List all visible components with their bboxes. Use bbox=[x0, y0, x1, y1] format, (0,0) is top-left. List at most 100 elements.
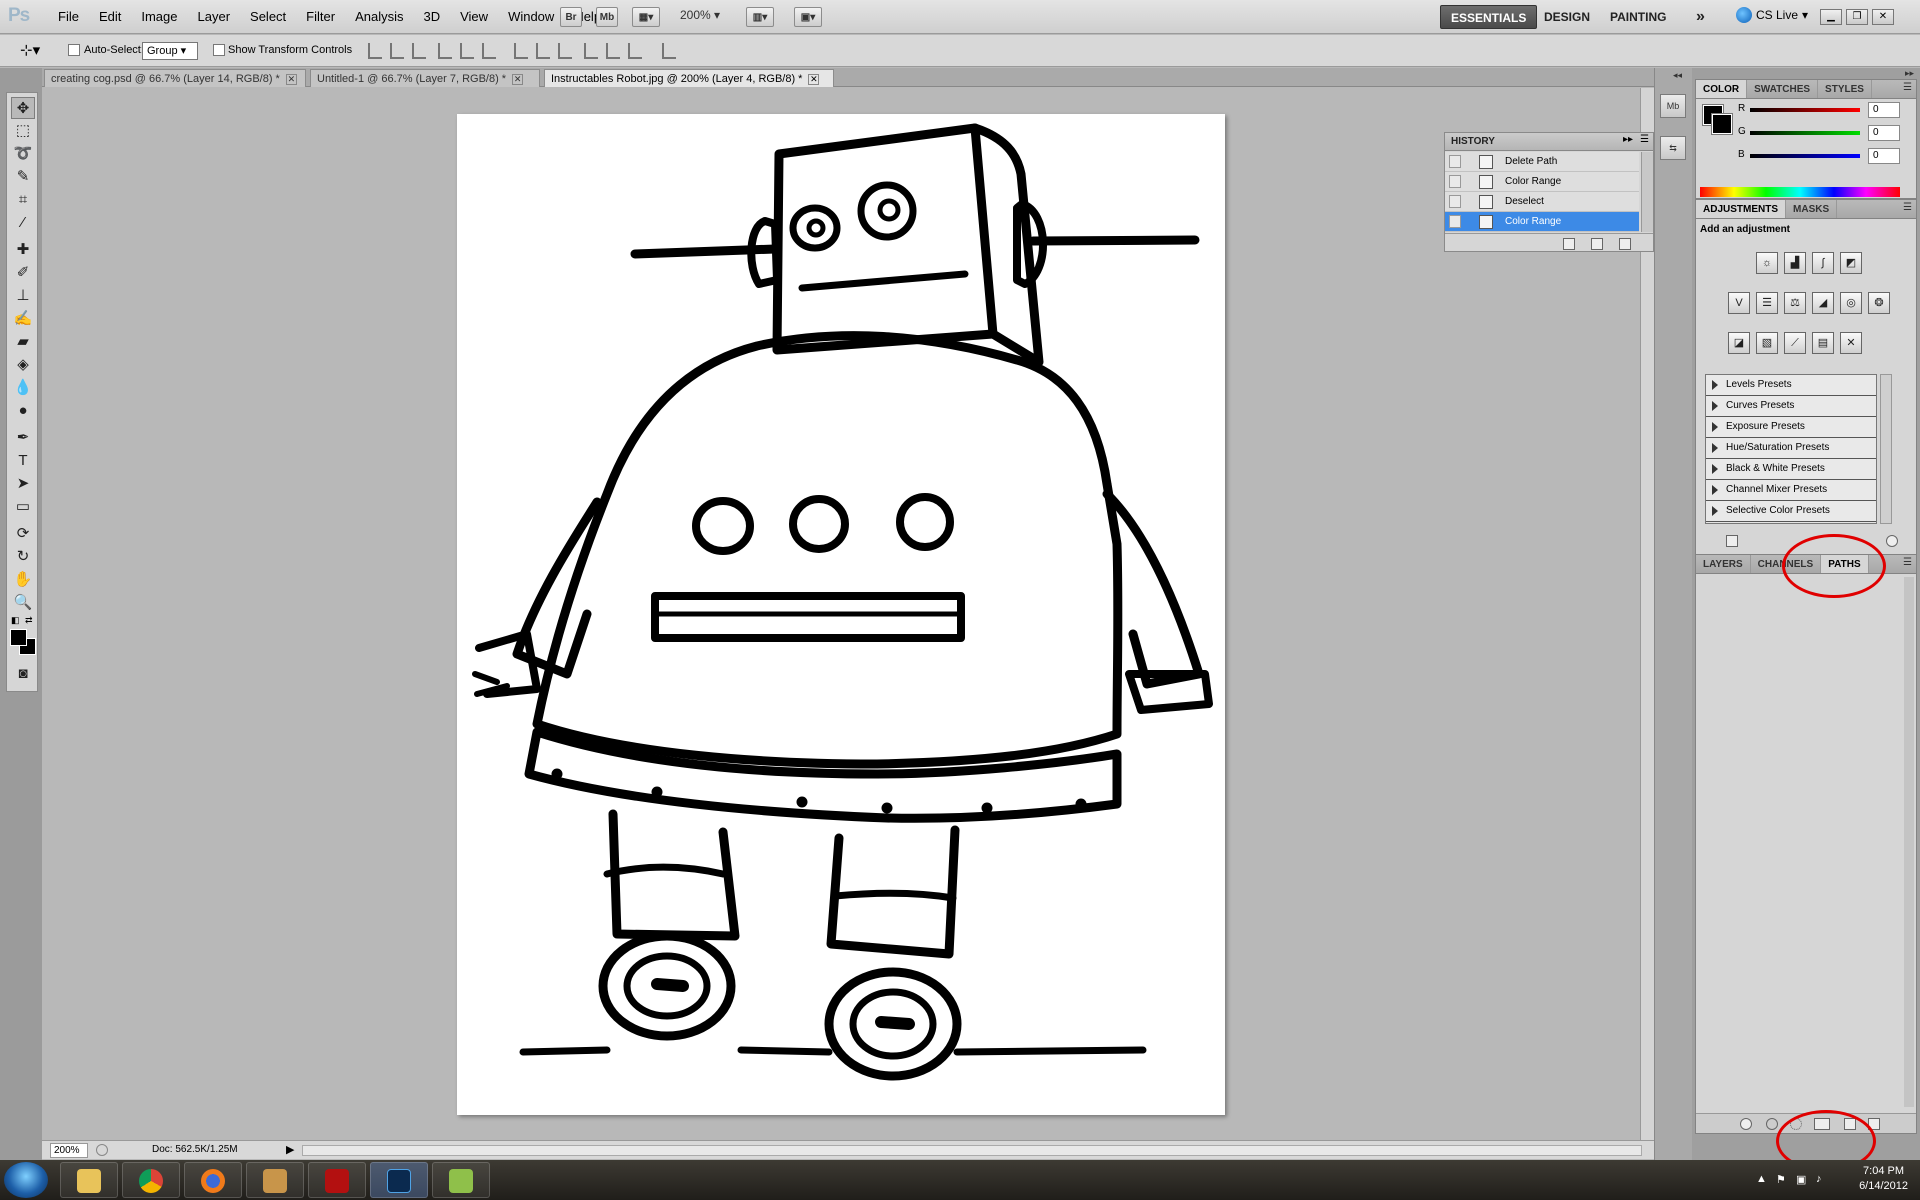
history-brush-tool-icon[interactable]: ✍ bbox=[11, 308, 35, 330]
minimize-button[interactable]: ▁ bbox=[1820, 9, 1842, 25]
history-item[interactable]: Delete Path bbox=[1445, 152, 1639, 172]
fill-path-icon[interactable] bbox=[1740, 1118, 1752, 1130]
distribute-left-icon[interactable] bbox=[584, 43, 598, 59]
history-item[interactable]: Deselect bbox=[1445, 192, 1639, 212]
green-value-field[interactable]: 0 bbox=[1868, 125, 1900, 141]
document-tab[interactable]: Untitled-1 @ 66.7% (Layer 7, RGB/8) * ✕ bbox=[310, 69, 540, 87]
menu-filter[interactable]: Filter bbox=[296, 0, 345, 34]
levels-icon[interactable]: ▟ bbox=[1784, 252, 1806, 274]
type-tool-icon[interactable]: T bbox=[11, 450, 35, 472]
menu-view[interactable]: View bbox=[450, 0, 498, 34]
stroke-path-icon[interactable] bbox=[1766, 1118, 1778, 1130]
color-spectrum-ramp[interactable] bbox=[1700, 187, 1900, 197]
distribute-right-icon[interactable] bbox=[628, 43, 642, 59]
brightness-contrast-icon[interactable]: ☼ bbox=[1756, 252, 1778, 274]
tab-swatches[interactable]: SWATCHES bbox=[1747, 80, 1819, 98]
menu-image[interactable]: Image bbox=[131, 0, 187, 34]
close-tab-icon[interactable]: ✕ bbox=[808, 73, 820, 85]
align-bottom-icon[interactable] bbox=[412, 43, 426, 59]
color-background-swatch[interactable] bbox=[1711, 113, 1733, 135]
view-extras-button[interactable]: ▦▾ bbox=[632, 7, 660, 27]
close-tab-icon[interactable]: ✕ bbox=[512, 73, 524, 85]
history-panel-icon[interactable]: ⇆ bbox=[1660, 136, 1686, 160]
dodge-tool-icon[interactable]: ● bbox=[11, 400, 35, 422]
vibrance-icon[interactable]: V bbox=[1728, 292, 1750, 314]
arrange-documents-button[interactable]: ▥▾ bbox=[746, 7, 774, 27]
workspace-more-button[interactable]: » bbox=[1686, 5, 1715, 29]
new-document-from-state-icon[interactable] bbox=[1563, 238, 1575, 250]
taskbar-acrobat[interactable] bbox=[308, 1162, 366, 1198]
color-balance-icon[interactable]: ⚖ bbox=[1784, 292, 1806, 314]
menu-file[interactable]: File bbox=[48, 0, 89, 34]
selective-color-icon[interactable]: ✕ bbox=[1840, 332, 1862, 354]
status-menu-arrow-icon[interactable]: ▶ bbox=[286, 1143, 294, 1156]
blue-value-field[interactable]: 0 bbox=[1868, 148, 1900, 164]
panel-menu-icon[interactable]: ☰ bbox=[1903, 202, 1912, 213]
quick-mask-icon[interactable]: ◙ bbox=[11, 663, 35, 685]
expand-dock-icon[interactable]: ◂◂ bbox=[1673, 70, 1682, 81]
align-vcenter-icon[interactable] bbox=[390, 43, 404, 59]
status-zoom-field[interactable]: 200% bbox=[50, 1143, 88, 1158]
tab-styles[interactable]: STYLES bbox=[1818, 80, 1872, 98]
tab-color[interactable]: COLOR bbox=[1696, 80, 1748, 98]
auto-select-dropdown[interactable]: Group ▾ bbox=[142, 42, 198, 60]
3d-rotate-tool-icon[interactable]: ⟳ bbox=[11, 523, 35, 545]
foreground-color-swatch[interactable] bbox=[10, 629, 27, 646]
auto-select-checkbox[interactable] bbox=[68, 44, 80, 56]
preset-item[interactable]: Black & White Presets bbox=[1706, 459, 1876, 480]
align-left-icon[interactable] bbox=[438, 43, 452, 59]
eyedropper-tool-icon[interactable]: ⁄ bbox=[11, 212, 35, 234]
tab-masks[interactable]: MASKS bbox=[1786, 200, 1838, 218]
clone-stamp-tool-icon[interactable]: ⊥ bbox=[11, 285, 35, 307]
clip-to-layer-icon[interactable] bbox=[1726, 535, 1738, 547]
path-selection-tool-icon[interactable]: ➤ bbox=[11, 473, 35, 495]
document-tab-active[interactable]: Instructables Robot.jpg @ 200% (Layer 4,… bbox=[544, 69, 834, 87]
eraser-tool-icon[interactable]: ▰ bbox=[11, 331, 35, 353]
lasso-tool-icon[interactable]: ➰ bbox=[11, 143, 35, 165]
start-button-icon[interactable] bbox=[4, 1162, 48, 1198]
posterize-icon[interactable]: ▧ bbox=[1756, 332, 1778, 354]
taskbar-chrome[interactable] bbox=[122, 1162, 180, 1198]
panel-menu-icon[interactable]: ☰ bbox=[1903, 557, 1912, 568]
preset-item[interactable]: Curves Presets bbox=[1706, 396, 1876, 417]
threshold-icon[interactable]: ⟋ bbox=[1784, 332, 1806, 354]
menu-edit[interactable]: Edit bbox=[89, 0, 131, 34]
blue-slider-track[interactable] bbox=[1750, 154, 1860, 158]
preset-item[interactable]: Levels Presets bbox=[1706, 375, 1876, 396]
history-source-box[interactable] bbox=[1449, 215, 1461, 228]
history-source-box[interactable] bbox=[1449, 175, 1461, 188]
collapse-dock-icon[interactable]: ▸▸ bbox=[1905, 68, 1914, 79]
distribute-hcenter-icon[interactable] bbox=[606, 43, 620, 59]
move-tool-preset-icon[interactable]: ⊹▾ bbox=[20, 41, 40, 59]
show-transform-checkbox[interactable] bbox=[213, 44, 225, 56]
workspace-design[interactable]: DESIGN bbox=[1534, 5, 1600, 29]
blur-tool-icon[interactable]: 💧 bbox=[11, 377, 35, 399]
close-tab-icon[interactable]: ✕ bbox=[285, 73, 297, 85]
collapse-panel-icon[interactable]: ▸▸ bbox=[1623, 134, 1633, 145]
preset-item[interactable]: Channel Mixer Presets bbox=[1706, 480, 1876, 501]
document-canvas[interactable] bbox=[457, 114, 1225, 1115]
history-scrollbar[interactable] bbox=[1641, 152, 1653, 232]
taskbar-explorer[interactable] bbox=[60, 1162, 118, 1198]
tab-layers[interactable]: LAYERS bbox=[1696, 555, 1751, 573]
adjustment-visibility-icon[interactable] bbox=[1886, 535, 1898, 547]
swap-colors-icon[interactable]: ⇄ bbox=[25, 615, 33, 626]
hand-tool-icon[interactable]: ✋ bbox=[11, 569, 35, 591]
green-slider[interactable]: G 0 bbox=[1738, 125, 1914, 143]
taskbar-photoshop[interactable] bbox=[370, 1162, 428, 1198]
clock[interactable]: 7:04 PM 6/14/2012 bbox=[1859, 1164, 1908, 1194]
quick-selection-tool-icon[interactable]: ✎ bbox=[11, 166, 35, 188]
move-tool-icon[interactable]: ✥ bbox=[11, 97, 35, 119]
default-colors-icon[interactable]: ◧ bbox=[11, 615, 20, 626]
crop-tool-icon[interactable]: ⌗ bbox=[11, 189, 35, 211]
red-slider-track[interactable] bbox=[1750, 108, 1860, 112]
channel-mixer-icon[interactable]: ❂ bbox=[1868, 292, 1890, 314]
black-white-icon[interactable]: ◢ bbox=[1812, 292, 1834, 314]
paths-scrollbar[interactable] bbox=[1904, 577, 1914, 1107]
blue-slider[interactable]: B 0 bbox=[1738, 148, 1914, 166]
align-right-icon[interactable] bbox=[482, 43, 496, 59]
gradient-map-icon[interactable]: ▤ bbox=[1812, 332, 1834, 354]
invert-icon[interactable]: ◪ bbox=[1728, 332, 1750, 354]
panel-menu-icon[interactable]: ☰ bbox=[1903, 82, 1912, 93]
zoom-level-dropdown[interactable]: 200% ▾ bbox=[680, 8, 720, 22]
